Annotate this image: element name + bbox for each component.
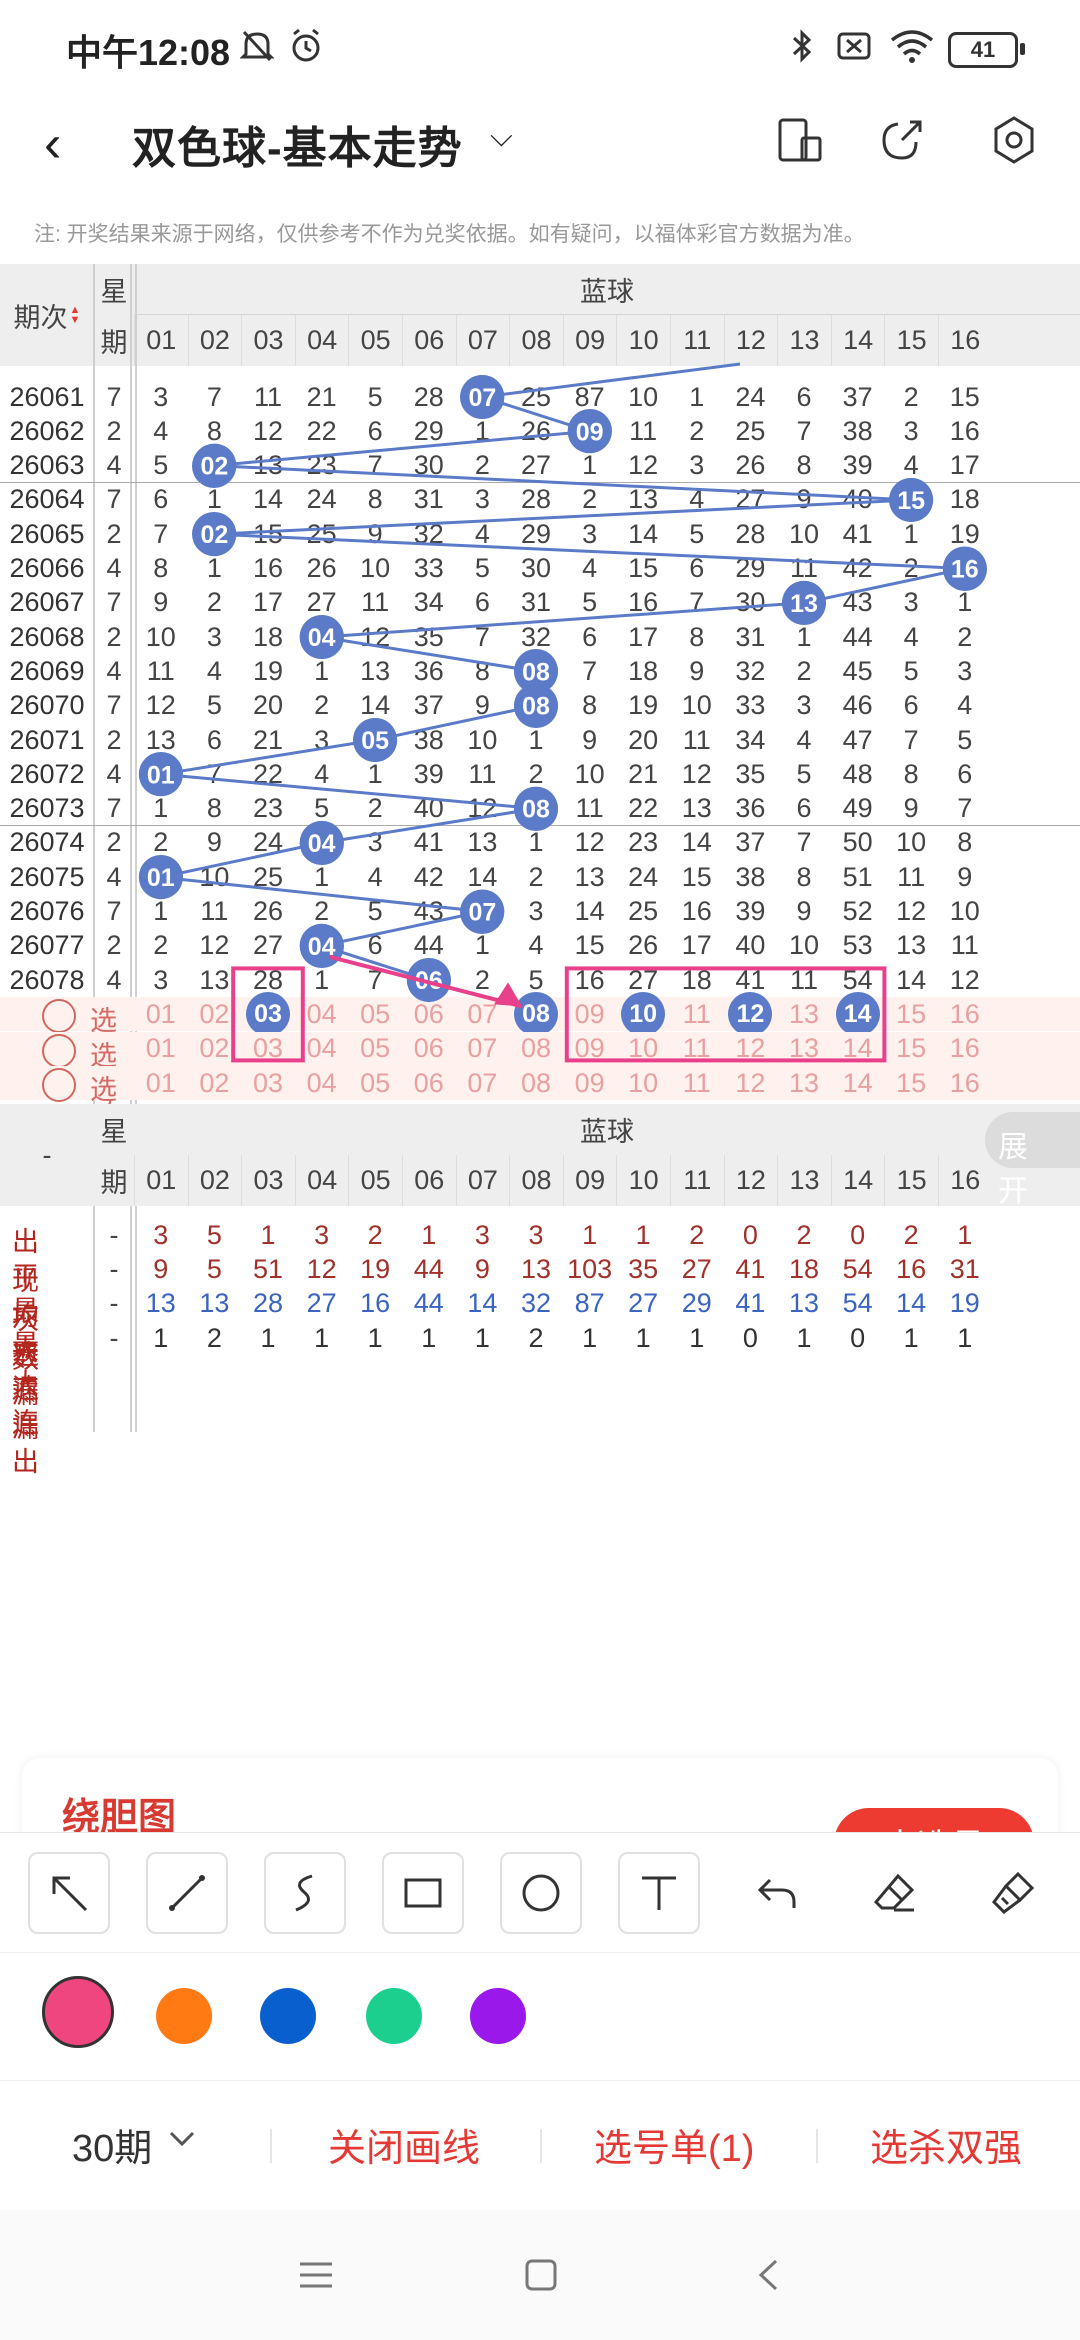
close-draw-button[interactable]: 关闭画线 — [328, 2117, 480, 2172]
bottom-action-bar: 30期 关闭画线 选号单(1) 选杀双强 — [0, 2080, 1080, 2211]
trend-ball-label: 04 — [308, 624, 336, 652]
trend-ball-label: 09 — [576, 418, 604, 446]
trend-ball-label: 01 — [147, 761, 175, 789]
trend-line-stub — [482, 362, 741, 399]
trend-ball-label: 13 — [790, 590, 818, 618]
trend-ball-label: 08 — [522, 693, 550, 721]
text-tool-icon[interactable] — [618, 1852, 700, 1934]
annotation-arrowhead — [494, 982, 522, 1007]
back-nav-icon[interactable] — [756, 2258, 780, 2292]
color-swatch-pink[interactable] — [42, 1976, 114, 2048]
divider — [270, 2129, 272, 2163]
divider — [540, 2129, 542, 2163]
color-swatch-orange[interactable] — [156, 1988, 212, 2044]
line-tool-icon[interactable] — [146, 1852, 228, 1934]
trend-ball-label: 07 — [468, 384, 496, 412]
kill-strong-button[interactable]: 选杀双强 — [870, 2117, 1022, 2172]
chevron-down-icon[interactable] — [168, 2129, 196, 2149]
annotation-box-small — [231, 966, 305, 1063]
annotation-box-large — [564, 966, 887, 1063]
trend-ball-label: 05 — [361, 727, 389, 755]
system-nav-bar — [0, 2210, 1080, 2340]
color-swatch-purple[interactable] — [470, 1988, 526, 2044]
trend-ball-label: 08 — [522, 658, 550, 686]
eraser-icon[interactable] — [854, 1852, 936, 1934]
trend-ball-label: 01 — [147, 864, 175, 892]
color-swatch-blue[interactable] — [260, 1988, 316, 2044]
curve-tool-icon[interactable] — [264, 1852, 346, 1934]
period-selector[interactable]: 30期 — [72, 2117, 152, 2172]
clear-brush-icon[interactable] — [972, 1852, 1054, 1934]
menu-icon[interactable] — [298, 2260, 334, 2290]
rectangle-tool-icon[interactable] — [382, 1852, 464, 1934]
trend-ball-label: 02 — [200, 453, 228, 481]
arrow-tool-icon[interactable] — [28, 1852, 110, 1934]
home-icon[interactable] — [524, 2258, 558, 2292]
color-swatch-green[interactable] — [366, 1988, 422, 2044]
undo-icon[interactable] — [736, 1852, 818, 1934]
trend-ball-label: 16 — [951, 556, 979, 584]
trend-ball-label: 15 — [897, 487, 925, 515]
trend-line — [160, 395, 966, 982]
circle-tool-icon[interactable] — [500, 1852, 582, 1934]
divider — [816, 2129, 818, 2163]
trend-ball-label: 02 — [200, 521, 228, 549]
trend-ball-label: 04 — [308, 830, 336, 858]
trend-ball-label: 07 — [468, 899, 496, 927]
pick-list-button[interactable]: 选号单(1) — [594, 2117, 754, 2172]
trend-ball-label: 08 — [522, 796, 550, 824]
